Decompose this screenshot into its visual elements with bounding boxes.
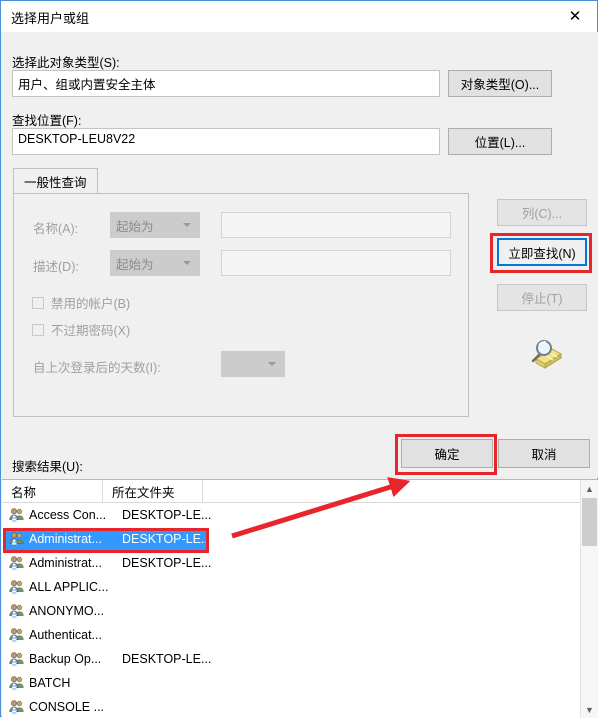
title-bar: 选择用户或组 ✕ [1, 1, 597, 33]
object-type-field[interactable]: 用户、组或内置安全主体 [12, 70, 440, 97]
cell-name: Administrat... [29, 532, 102, 546]
table-row[interactable]: Administrat... DESKTOP-LE... [2, 551, 580, 575]
table-row[interactable]: Authenticat... [2, 623, 580, 647]
close-icon[interactable]: ✕ [553, 1, 597, 31]
name-input[interactable] [221, 212, 451, 238]
location-label: 查找位置(F): [12, 114, 82, 128]
user-group-icon [8, 531, 26, 547]
cell-name: Administrat... [29, 556, 102, 570]
table-row[interactable]: BATCH [2, 671, 580, 695]
cell-name: BATCH [29, 676, 71, 690]
user-group-icon [8, 579, 26, 595]
dialog-body: 选择此对象类型(S): 用户、组或内置安全主体 对象类型(O)... 查找位置(… [2, 32, 598, 478]
user-group-icon [8, 627, 26, 643]
table-row[interactable]: Access Con... DESKTOP-LE... [2, 503, 580, 527]
days-since-logon-label: 自上次登录后的天数(I): [33, 361, 161, 375]
table-row[interactable]: Backup Op... DESKTOP-LE... [2, 647, 580, 671]
user-group-icon [8, 651, 26, 667]
user-group-icon [8, 507, 26, 523]
cell-folder: DESKTOP-LE... [122, 508, 212, 522]
name-condition-select[interactable]: 起始为 [110, 212, 200, 238]
stop-button[interactable]: 停止(T) [497, 284, 587, 311]
location-button[interactable]: 位置(L)... [448, 128, 552, 155]
description-input[interactable] [221, 250, 451, 276]
description-condition-select[interactable]: 起始为 [110, 250, 200, 276]
days-since-logon-select[interactable] [221, 351, 285, 377]
description-condition-value: 起始为 [116, 258, 154, 272]
disabled-account-label: 禁用的帐户(B) [51, 297, 131, 311]
description-label: 描述(D): [33, 260, 79, 274]
column-header-name[interactable]: 名称 [2, 480, 103, 502]
table-row[interactable]: Administrat... DESKTOP-LE... [2, 527, 580, 551]
name-label: 名称(A): [33, 222, 79, 236]
cell-folder: DESKTOP-LE... [122, 556, 212, 570]
ok-button[interactable]: 确定 [401, 439, 493, 468]
cell-folder: DESKTOP-LE... [122, 532, 212, 546]
window-title: 选择用户或组 [11, 11, 90, 26]
chevron-down-icon [183, 261, 191, 265]
general-query-panel: 名称(A): 起始为 描述(D): 起始为 禁用的帐户(B) 不过期密码(X) … [13, 193, 469, 417]
chevron-up-icon[interactable]: ▲ [581, 480, 598, 497]
cell-name: CONSOLE ... [29, 700, 105, 714]
checkbox-box [32, 296, 44, 309]
checkbox-box [32, 323, 44, 336]
column-header-folder[interactable]: 所在文件夹 [103, 480, 203, 502]
name-condition-value: 起始为 [116, 220, 154, 234]
chevron-down-icon [183, 223, 191, 227]
object-type-button[interactable]: 对象类型(O)... [448, 70, 552, 97]
tab-strip: 一般性查询 [13, 168, 469, 194]
search-key-icon [531, 340, 562, 369]
select-users-or-groups-dialog: 选择用户或组 ✕ 选择此对象类型(S): 用户、组或内置安全主体 对象类型(O)… [0, 0, 598, 718]
cell-name: ALL APPLIC... [29, 580, 109, 594]
search-results-label: 搜索结果(U): [12, 460, 83, 474]
tab-general-query[interactable]: 一般性查询 [13, 168, 98, 194]
table-row[interactable]: CONSOLE ... [2, 695, 580, 718]
list-rows: Access Con... DESKTOP-LE... Administrat..… [2, 503, 580, 718]
vertical-scrollbar[interactable]: ▲ ▼ [580, 480, 598, 718]
object-type-label: 选择此对象类型(S): [12, 56, 120, 70]
chevron-down-icon [268, 362, 276, 366]
cancel-button[interactable]: 取消 [498, 439, 590, 468]
user-group-icon [8, 699, 26, 715]
disabled-account-checkbox[interactable]: 禁用的帐户(B) [32, 293, 130, 312]
cell-name: Access Con... [29, 508, 107, 522]
user-group-icon [8, 675, 26, 691]
columns-button[interactable]: 列(C)... [497, 199, 587, 226]
user-group-icon [8, 603, 26, 619]
table-row[interactable]: ANONYMO... [2, 599, 580, 623]
cell-name: Backup Op... [29, 652, 102, 666]
chevron-down-icon[interactable]: ▼ [581, 701, 598, 718]
cell-folder: DESKTOP-LE... [122, 652, 212, 666]
search-results-list: 名称 所在文件夹 Access Con... DESKTOP-LE... Admi… [2, 479, 598, 718]
find-now-button[interactable]: 立即查找(N) [497, 238, 587, 266]
cell-name: ANONYMO... [29, 604, 105, 618]
cell-name: Authenticat... [29, 628, 102, 642]
table-row[interactable]: ALL APPLIC... [2, 575, 580, 599]
location-field[interactable]: DESKTOP-LEU8V22 [12, 128, 440, 155]
non-expiring-password-checkbox[interactable]: 不过期密码(X) [32, 320, 130, 339]
scrollbar-thumb[interactable] [582, 498, 597, 546]
non-expiring-password-label: 不过期密码(X) [51, 324, 131, 338]
list-header: 名称 所在文件夹 [2, 480, 598, 503]
user-group-icon [8, 555, 26, 571]
